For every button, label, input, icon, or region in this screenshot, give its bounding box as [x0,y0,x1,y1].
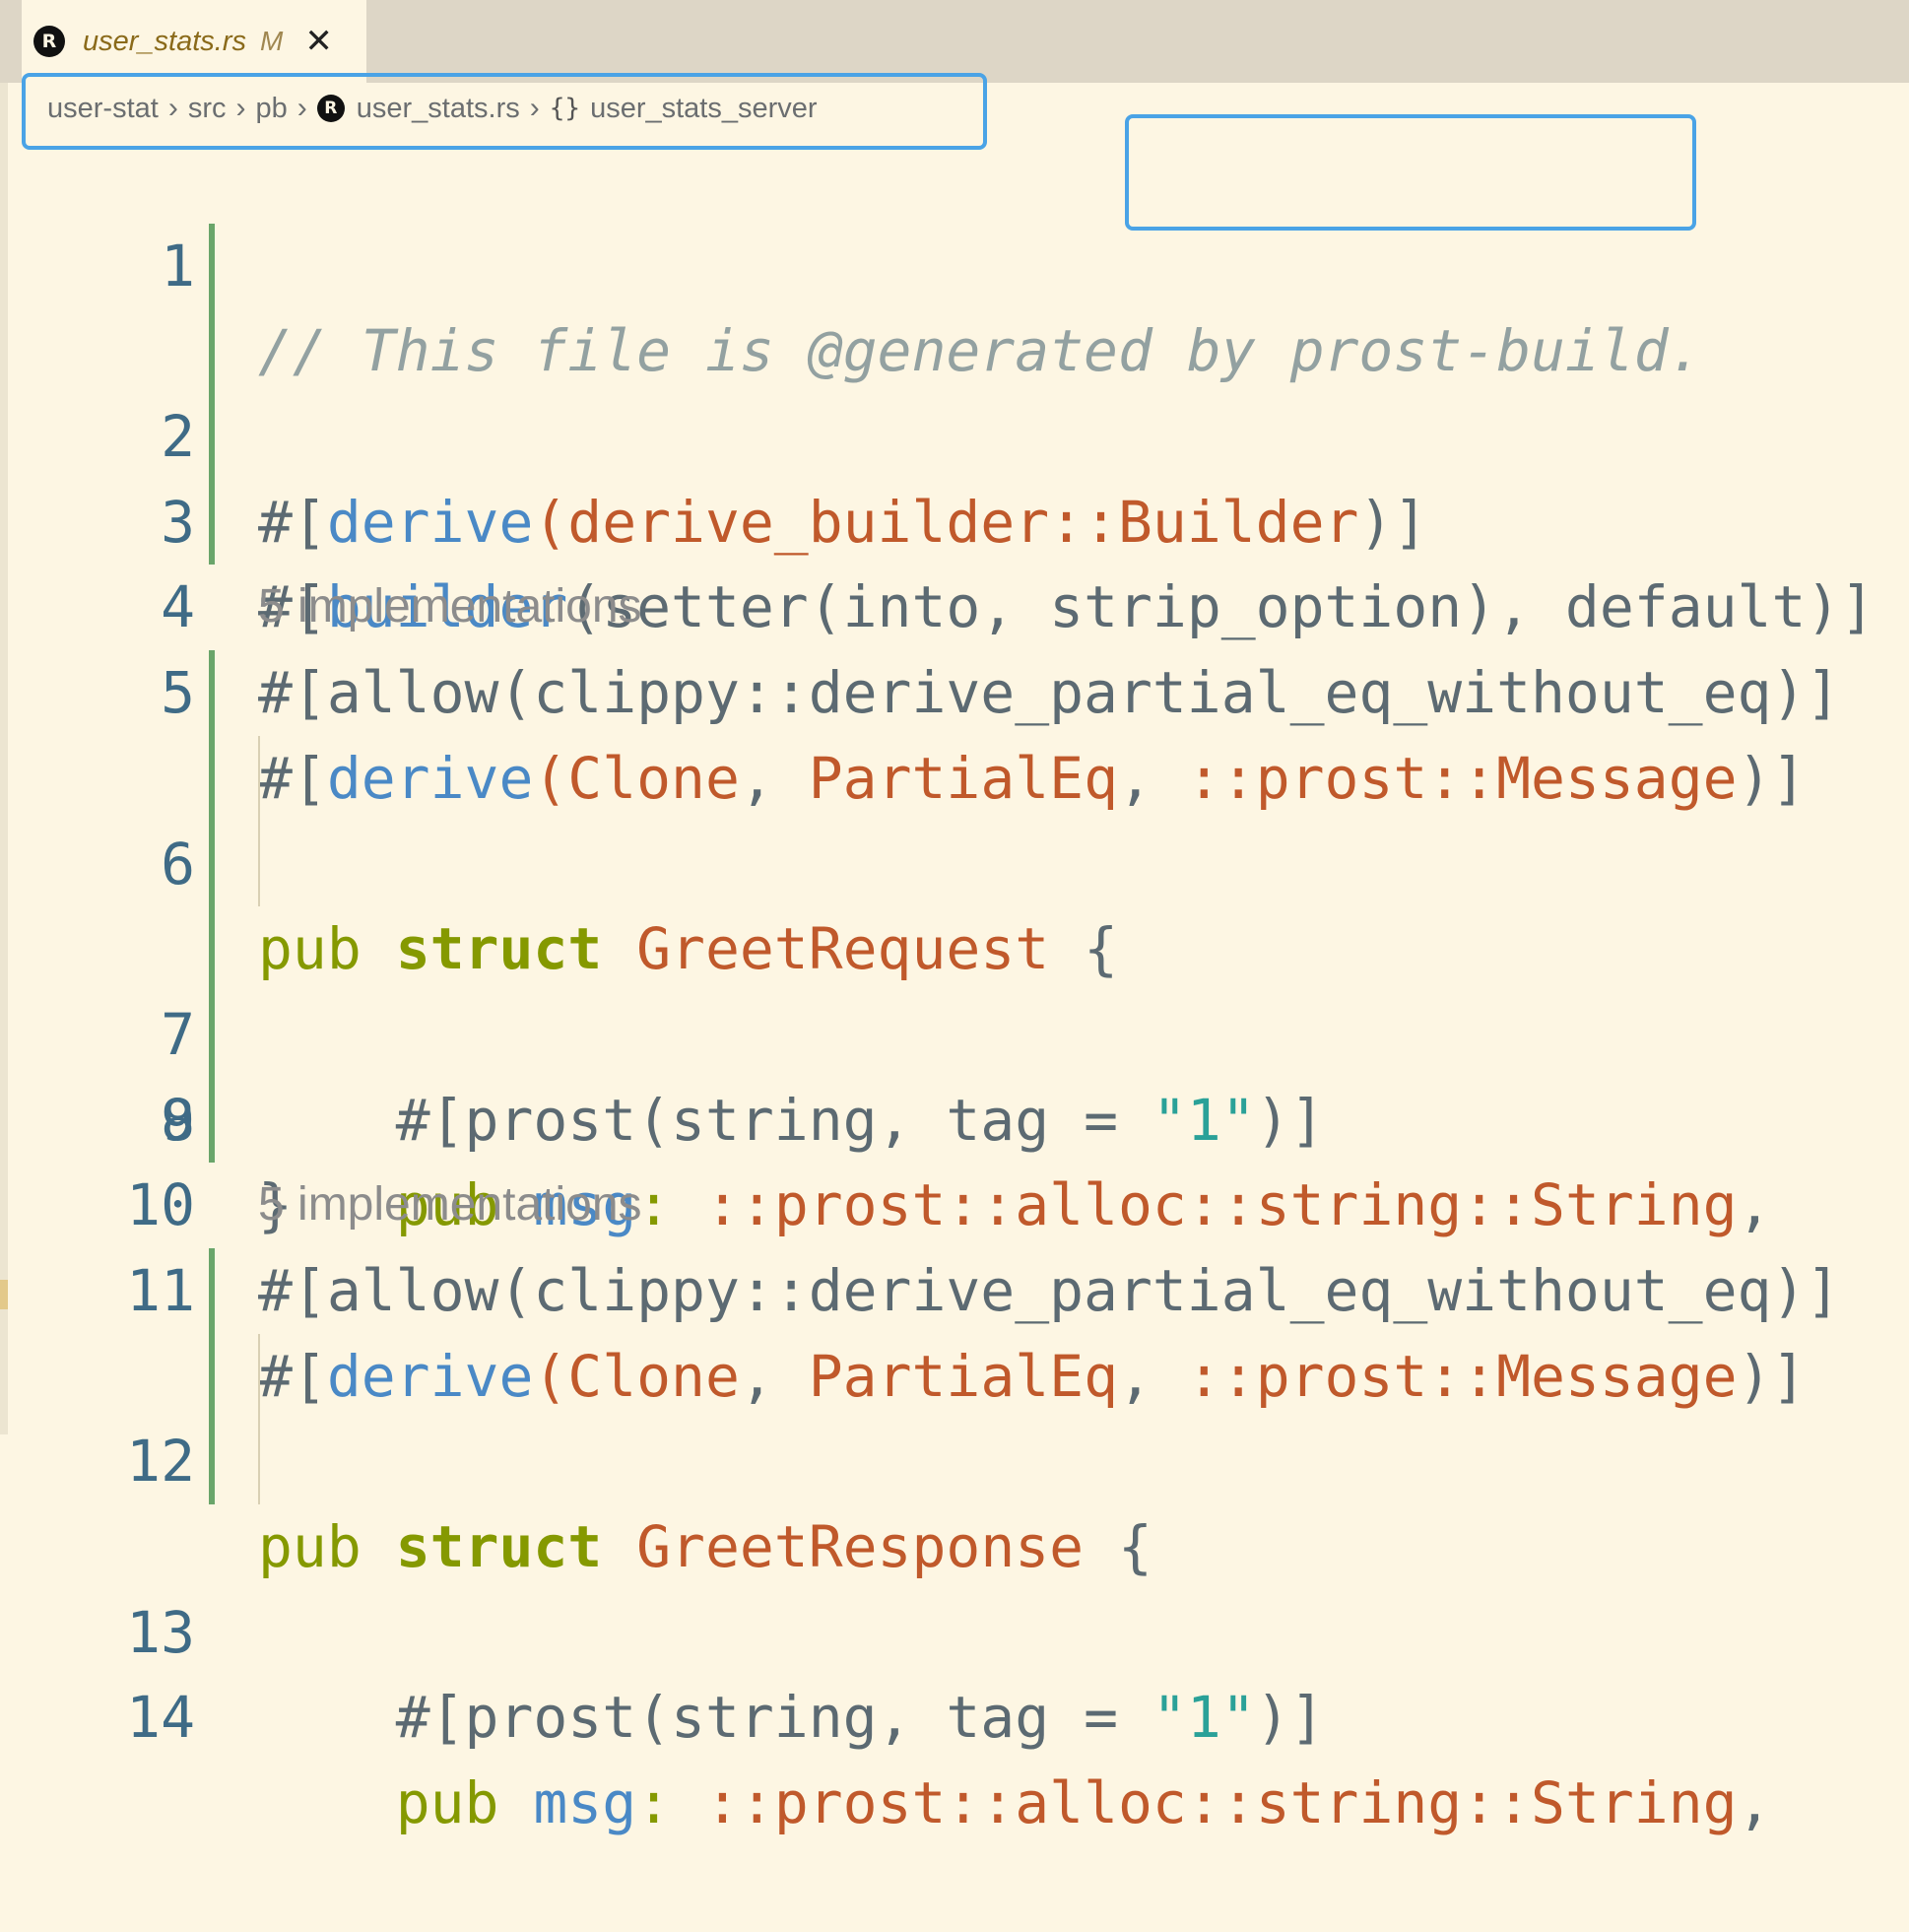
close-icon[interactable]: ✕ [304,25,333,58]
git-added-marker [209,1077,215,1164]
indent-guide [258,1333,260,1420]
code-line: 9 } [0,906,1909,1238]
indent-guide [258,1419,260,1504]
git-added-marker [209,1247,215,1334]
line-number: 14 [126,1684,195,1752]
git-added-marker [209,735,215,822]
code-line: 7 #[prost(string, tag = "1")] [0,735,1909,1154]
git-added-marker [209,821,215,907]
git-added-marker [209,308,215,395]
git-added-marker [209,650,215,736]
code-line: 13 #[prost(string, tag = "1")] [0,1333,1909,1751]
code-line: 10 #[allow(clippy::derive_partial_eq_wit… [0,991,1909,1324]
git-added-marker [209,991,215,1078]
code-editor[interactable]: 1 // This file is @generated by prost-bu… [0,138,1909,1836]
code-token: msg [533,1769,637,1837]
code-token: "1" [1152,1684,1256,1752]
code-token: ::prost::alloc::string::String [704,1769,1738,1837]
indent-guide [258,735,260,822]
rust-icon: R [33,26,65,57]
git-added-marker [209,394,215,480]
indent-guide [258,821,260,907]
code-line: 6 pub struct GreetRequest { [0,650,1909,982]
code-line: 12 pub struct GreetResponse { [0,1247,1909,1580]
code-token: GreetResponse [636,1513,1085,1581]
code-token: { [1118,1513,1152,1581]
code-line: 4 #[allow(clippy::derive_partial_eq_with… [0,394,1909,726]
code-lens-implementations[interactable]: 5 implementations [0,565,1909,650]
code-token: struct [395,1513,603,1581]
tab-filename: user_stats.rs [83,25,246,57]
code-token: pub [258,1513,362,1581]
git-added-marker [209,479,215,566]
git-added-marker [209,223,215,309]
code-line: 5 #[derive(Clone, PartialEq, ::prost::Me… [0,479,1909,812]
tab-modified-badge: M [260,26,284,56]
tab-user-stats[interactable]: R user_stats.rs M ✕ [22,0,366,83]
code-line: 11 #[derive(Clone, PartialEq, ::prost::M… [0,1077,1909,1410]
code-token: #[prost(string, tag = [395,1684,1152,1752]
code-line: 2 #[derive(derive_builder::Builder)] [0,223,1909,556]
code-lens-implementations[interactable]: 5 implementations [0,1163,1909,1248]
code-line: 1 // This file is @generated by prost-bu… [0,138,1909,385]
git-added-marker [209,1333,215,1420]
code-line: 3 #[builder(setter(into, strip_option), … [0,308,1909,640]
code-line: 14 pub msg: ::prost::alloc::string::Stri… [0,1419,1909,1836]
code-token: pub [395,1769,499,1837]
code-line: 8 pub msg: ::prost::alloc::string::Strin… [0,821,1909,1238]
git-added-marker [209,906,215,992]
git-added-marker [209,1419,215,1504]
